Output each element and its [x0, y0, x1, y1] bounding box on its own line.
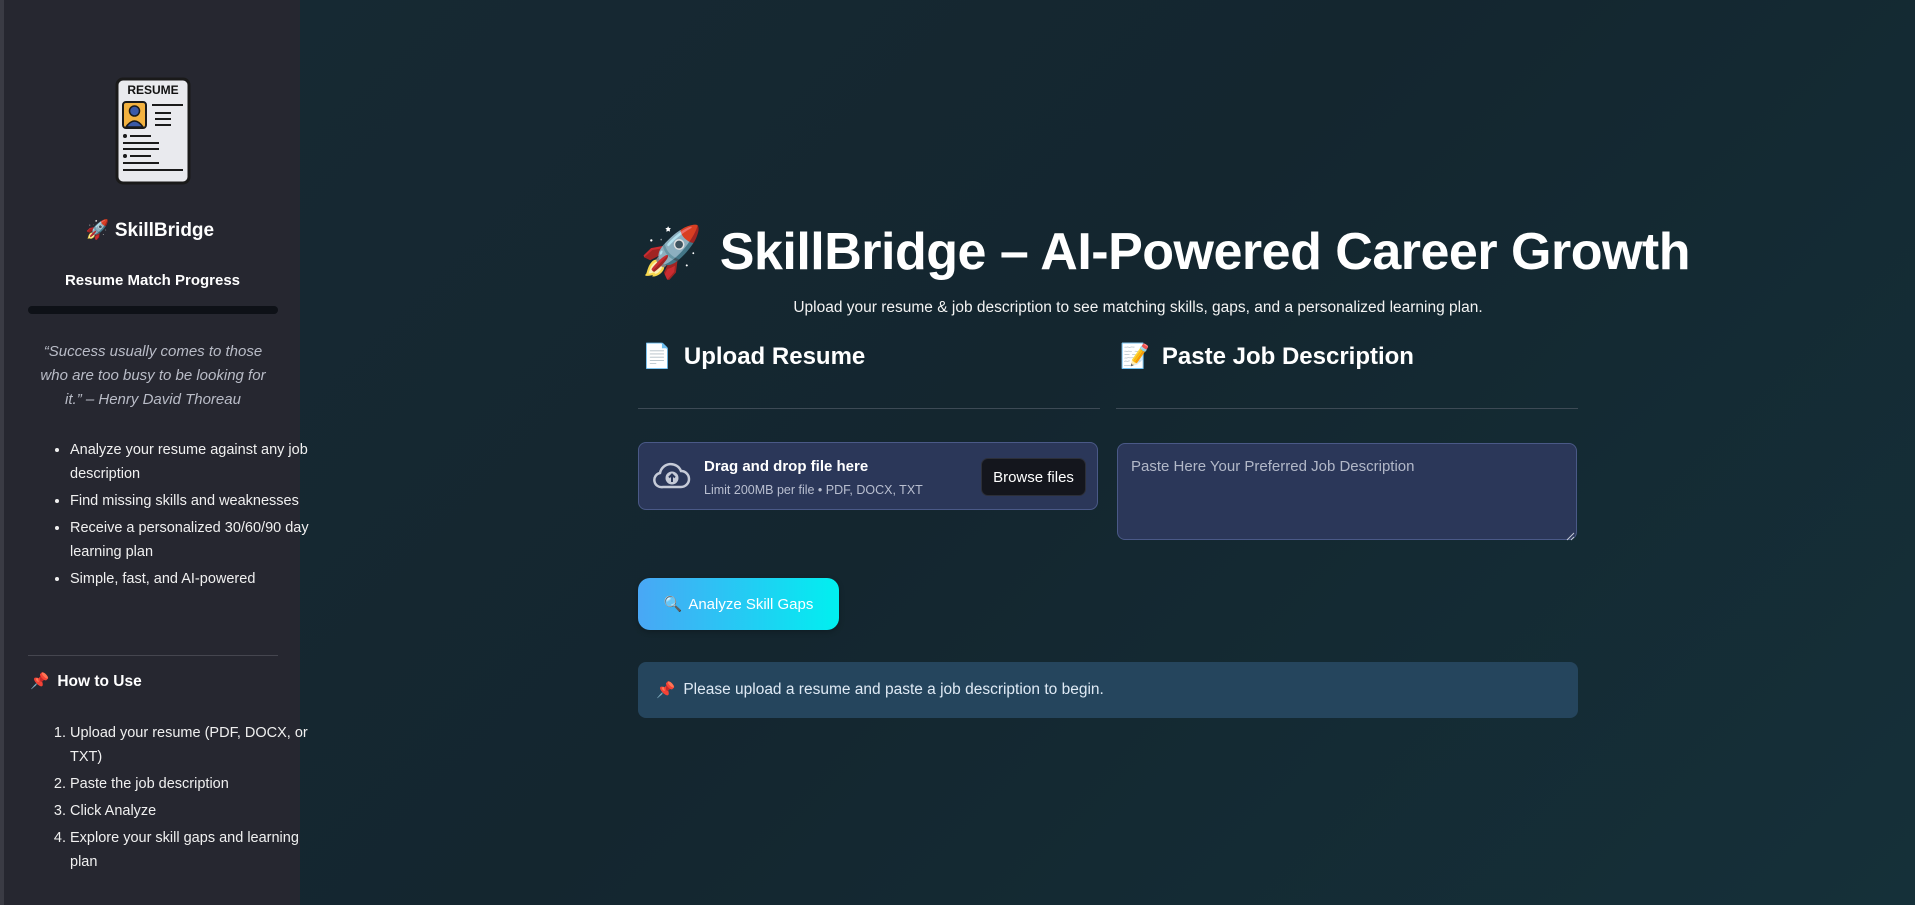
sidebar-brand-label: SkillBridge	[114, 220, 215, 241]
page-title-label: SkillBridge – AI-Powered Career Growth	[719, 223, 1691, 281]
howto-step: Paste the job description	[70, 772, 315, 796]
file-uploader-dropzone[interactable]: Drag and drop file here Limit 200MB per …	[638, 442, 1098, 510]
jd-heading-label: Paste Job Description	[1161, 342, 1414, 370]
rocket-icon: 🚀	[85, 220, 110, 241]
job-description-input[interactable]	[1117, 443, 1577, 540]
upload-heading-label: Upload Resume	[683, 342, 866, 370]
resume-logo: RESUME	[115, 77, 191, 190]
page-subtitle: Upload your resume & job description to …	[793, 299, 1483, 316]
howto-step: Upload your resume (PDF, DOCX, or TXT)	[70, 721, 315, 769]
howto-title-label: How to Use	[57, 672, 142, 690]
dropzone-instructions: Drag and drop file here	[704, 458, 869, 475]
howto-step: Click Analyze	[70, 799, 315, 823]
sidebar-brand: 🚀 SkillBridge	[0, 218, 300, 242]
document-icon: 📄	[642, 343, 672, 370]
feature-list: Analyze your resume against any job desc…	[40, 438, 315, 594]
feature-item: Find missing skills and weaknesses	[70, 489, 315, 513]
pushpin-icon: 📌	[30, 673, 50, 690]
sidebar-divider	[28, 655, 278, 656]
page-title: 🚀 SkillBridge – AI-Powered Career Growth	[640, 222, 1690, 282]
jd-heading: 📝 Paste Job Description	[1120, 342, 1414, 371]
info-alert-message: Please upload a resume and paste a job d…	[683, 681, 1104, 698]
cloud-upload-icon	[653, 461, 691, 496]
analyze-skill-gaps-button[interactable]: 🔍 Analyze Skill Gaps	[638, 578, 839, 630]
sidebar-quote: “Success usually comes to those who are …	[40, 343, 266, 408]
howto-steps: Upload your resume (PDF, DOCX, or TXT) P…	[40, 721, 315, 877]
upload-divider	[638, 408, 1100, 409]
resize-grip-icon[interactable]	[1565, 528, 1575, 541]
feature-item: Simple, fast, and AI-powered	[70, 567, 315, 591]
jd-divider	[1116, 408, 1578, 409]
progress-title: Resume Match Progress	[64, 272, 241, 289]
dropzone-limit: Limit 200MB per file • PDF, DOCX, TXT	[704, 483, 923, 497]
howto-step: Explore your skill gaps and learning pla…	[70, 826, 315, 874]
magnifier-icon: 🔍	[663, 596, 683, 613]
pushpin-icon: 📌	[656, 681, 676, 699]
sidebar: RESUME 🚀 SkillBridge Resume Match Progre…	[0, 0, 309, 905]
memo-icon: 📝	[1120, 343, 1150, 370]
sidebar-edge	[0, 0, 4, 905]
progress-bar	[28, 306, 278, 314]
info-alert: 📌 Please upload a resume and paste a job…	[638, 662, 1578, 718]
howto-title: 📌 How to Use	[30, 672, 142, 691]
feature-item: Receive a personalized 30/60/90 day lear…	[70, 516, 315, 564]
analyze-button-label: Analyze Skill Gaps	[688, 595, 814, 613]
rocket-icon: 🚀	[640, 223, 702, 280]
browse-files-button[interactable]: Browse files	[981, 458, 1086, 496]
upload-heading: 📄 Upload Resume	[642, 342, 865, 371]
feature-item: Analyze your resume against any job desc…	[70, 438, 315, 486]
resume-logo-text: RESUME	[127, 83, 178, 97]
